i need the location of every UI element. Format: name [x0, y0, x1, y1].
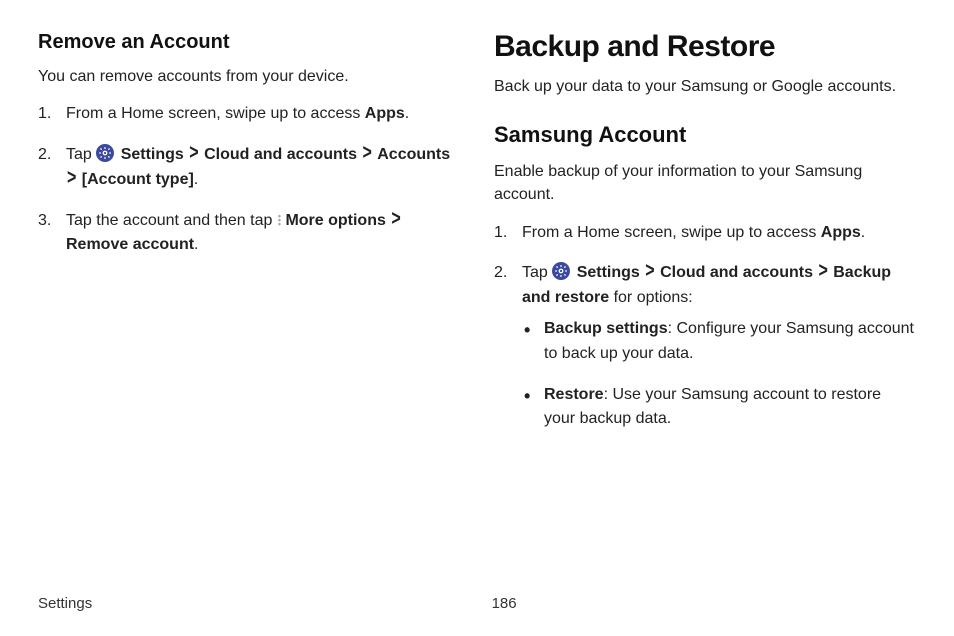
backup-options-list: Backup settings: Configure your Samsung … [522, 317, 916, 432]
more-options-bold: More options [285, 212, 385, 229]
right-column: Backup and Restore Back up your data to … [494, 30, 916, 448]
two-column-layout: Remove an Account You can remove account… [38, 30, 916, 448]
step-1: From a Home screen, swipe up to access A… [38, 102, 460, 127]
step-1-post: . [861, 224, 865, 241]
settings-icon [552, 262, 570, 280]
page-number: 186 [492, 595, 517, 612]
chevron-icon: > [391, 204, 400, 236]
step-2-tap: Tap [66, 146, 96, 163]
step-2-tap: Tap [522, 264, 552, 281]
account-type-bold: [Account type] [82, 171, 194, 188]
remove-account-heading: Remove an Account [38, 30, 460, 54]
backup-restore-lead: Back up your data to your Samsung or Goo… [494, 75, 916, 98]
step-3-period: . [194, 236, 198, 253]
chevron-icon: > [645, 256, 654, 288]
step-3-pre: Tap the account and then tap [66, 212, 277, 229]
samsung-account-steps: From a Home screen, swipe up to access A… [494, 221, 916, 433]
settings-icon [96, 144, 114, 162]
step-1: From a Home screen, swipe up to access A… [494, 221, 916, 246]
step-2: Tap Settings > Cloud and accounts > Acco… [38, 143, 460, 193]
chevron-icon: > [67, 163, 76, 195]
step-1-pre: From a Home screen, swipe up to access [66, 105, 365, 122]
bullet-backup-settings: Backup settings: Configure your Samsung … [522, 317, 916, 367]
step-1-post: . [405, 105, 409, 122]
apps-bold: Apps [365, 105, 405, 122]
restore-bold: Restore [544, 386, 604, 403]
step-3: Tap the account and then tap ••• More op… [38, 209, 460, 259]
accounts-bold: Accounts [377, 146, 450, 163]
apps-bold: Apps [821, 224, 861, 241]
step-1-pre: From a Home screen, swipe up to access [522, 224, 821, 241]
settings-bold: Settings [577, 264, 640, 281]
remove-account-lead: You can remove accounts from your device… [38, 65, 460, 88]
step-2: Tap Settings > Cloud and accounts > Back… [494, 261, 916, 432]
samsung-account-heading: Samsung Account [494, 122, 916, 148]
cloud-bold: Cloud and accounts [204, 146, 357, 163]
settings-bold: Settings [121, 146, 184, 163]
bullet-restore: Restore: Use your Samsung account to res… [522, 383, 916, 433]
remove-account-bold: Remove account [66, 236, 194, 253]
left-column: Remove an Account You can remove account… [38, 30, 460, 448]
backup-settings-bold: Backup settings [544, 320, 668, 337]
chevron-icon: > [189, 138, 198, 170]
cloud-bold: Cloud and accounts [660, 264, 813, 281]
more-options-icon: ••• [278, 215, 279, 226]
remove-account-steps: From a Home screen, swipe up to access A… [38, 102, 460, 258]
step-2-for: for options: [609, 289, 693, 306]
backup-restore-title: Backup and Restore [494, 30, 916, 63]
step-2-period: . [194, 171, 198, 188]
page-footer: Settings 186 [38, 595, 916, 612]
samsung-account-lead: Enable backup of your information to you… [494, 160, 916, 206]
footer-section: Settings [38, 595, 92, 612]
chevron-icon: > [818, 256, 827, 288]
chevron-icon: > [362, 138, 371, 170]
